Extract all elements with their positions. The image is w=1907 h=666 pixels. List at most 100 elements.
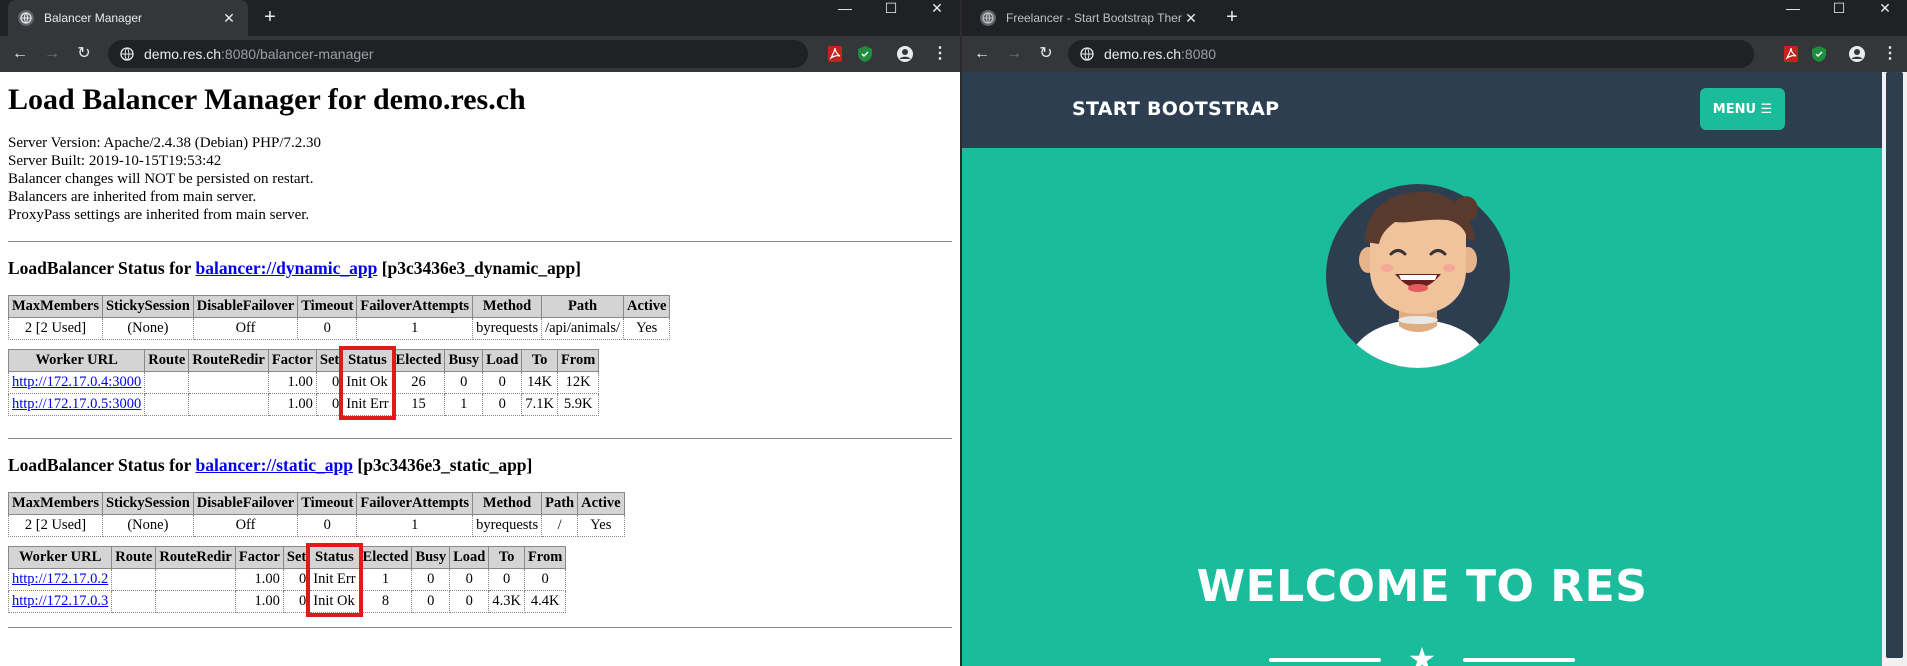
close-tab-icon[interactable]: ✕ <box>220 10 238 27</box>
worker-url-link[interactable]: http://172.17.0.5:3000 <box>12 396 141 412</box>
worker-status-cell: Init Err <box>309 568 360 591</box>
url-port: :8080 <box>1181 46 1217 62</box>
minimize-button[interactable]: — <box>1770 0 1816 32</box>
table-cell: 7.1K <box>521 393 558 416</box>
balancer-settings-table: MaxMembers StickySession DisableFailover Ti… <box>8 492 625 537</box>
table-cell: /api/animals/ <box>541 317 624 340</box>
table-cell: 0 <box>449 568 490 591</box>
worker-table-wrapper: Worker URL Route RouteRedir Factor Set Status… <box>7 542 567 617</box>
globe-icon <box>120 47 134 61</box>
column-header: Route <box>111 546 157 569</box>
left-browser-window: Balancer Manager ✕ + — ☐ ✕ ← → ↻ demo.re… <box>0 0 960 666</box>
worker-url-link[interactable]: http://172.17.0.4:3000 <box>12 374 141 390</box>
balancer-id: [p3c3436e3_dynamic_app] <box>377 258 582 278</box>
pdf-extension-icon[interactable] <box>826 45 844 63</box>
balancer-heading: LoadBalancer Status for balancer://dynam… <box>8 258 952 279</box>
close-tab-icon[interactable]: ✕ <box>1182 10 1200 27</box>
forward-button[interactable]: → <box>1004 44 1024 64</box>
page-scrollbar[interactable] <box>1882 72 1907 666</box>
close-window-button[interactable]: ✕ <box>1862 0 1907 32</box>
column-header: DisableFailover <box>192 492 299 515</box>
site-navbar: START BOOTSTRAP MENU ☰ <box>962 72 1907 148</box>
table-cell <box>111 590 157 613</box>
browser-toolbar: ← → ↻ demo.res.ch:8080/balancer-manager … <box>0 36 960 72</box>
pdf-extension-icon[interactable] <box>1782 45 1800 63</box>
column-header: Worker URL <box>7 546 113 569</box>
account-icon[interactable] <box>1848 45 1866 63</box>
column-header: Elected <box>391 349 446 372</box>
address-bar[interactable]: demo.res.ch:8080 <box>1068 40 1754 68</box>
reload-button[interactable]: ↻ <box>74 44 94 64</box>
table-cell: 1 <box>444 393 484 416</box>
table-cell: 0 <box>444 371 484 394</box>
column-header: To <box>488 546 525 569</box>
scrollbar-thumb[interactable] <box>1886 72 1903 658</box>
browser-tab[interactable]: Balancer Manager ✕ <box>8 0 248 36</box>
table-cell: byrequests <box>472 514 543 537</box>
reload-button[interactable]: ↻ <box>1036 44 1056 64</box>
server-info-line: Balancer changes will NOT be persisted o… <box>8 171 314 187</box>
address-bar[interactable]: demo.res.ch:8080/balancer-manager <box>108 40 808 68</box>
new-tab-button[interactable]: + <box>1220 6 1244 30</box>
table-cell: 1 <box>356 514 474 537</box>
table-cell: 1.00 <box>267 371 317 394</box>
kebab-menu-icon[interactable]: ⋮ <box>930 44 950 64</box>
table-cell: 0 <box>449 590 490 613</box>
column-header: DisableFailover <box>192 295 299 318</box>
balancer-settings-table: MaxMembers StickySession DisableFailover Ti… <box>8 295 671 340</box>
browser-tab[interactable]: Freelancer - Start Bootstrap Theme ✕ <box>970 0 1210 36</box>
worker-status-cell: Init Ok <box>309 590 360 613</box>
section-divider <box>8 241 952 242</box>
menu-button[interactable]: MENU ☰ <box>1700 88 1785 130</box>
url-path: :8080/balancer-manager <box>221 46 374 62</box>
table-cell: 0 <box>297 514 358 537</box>
worker-row: http://172.17.0.5:3000 1.00 0 Init Err 15 1 0 7… <box>7 393 600 416</box>
maximize-button[interactable]: ☐ <box>868 0 914 32</box>
balancer-link[interactable]: balancer://dynamic_app <box>196 258 378 278</box>
maximize-button[interactable]: ☐ <box>1816 0 1862 32</box>
account-icon[interactable] <box>896 45 914 63</box>
masthead: WELCOME TO RES ★ <box>962 148 1882 666</box>
forward-button[interactable]: → <box>42 44 62 64</box>
table-cell: (None) <box>101 317 194 340</box>
worker-url-cell: http://172.17.0.3 <box>7 590 113 613</box>
minimize-button[interactable]: — <box>822 0 868 32</box>
column-header: MaxMembers <box>8 295 103 318</box>
title-bar: Balancer Manager ✕ + — ☐ ✕ <box>0 0 960 36</box>
table-cell <box>111 568 157 591</box>
kebab-menu-icon[interactable]: ⋮ <box>1880 44 1900 64</box>
table-cell: 4.4K <box>523 590 567 613</box>
worker-row: http://172.17.0.3 1.00 0 Init Ok 8 0 0 4.3K 4.4K <box>7 590 567 613</box>
column-header: Set <box>282 546 311 569</box>
table-cell: 26 <box>391 371 446 394</box>
title-bar: Freelancer - Start Bootstrap Theme ✕ + —… <box>962 0 1907 36</box>
column-header: Elected <box>358 546 413 569</box>
star-icon: ★ <box>1407 641 1437 666</box>
column-header: Active <box>622 295 671 318</box>
shield-extension-icon[interactable] <box>856 45 874 63</box>
worker-url-link[interactable]: http://172.17.0.2 <box>12 571 108 587</box>
table-cell: 5.9K <box>556 393 600 416</box>
browser-toolbar: ← → ↻ demo.res.ch:8080 ⋮ <box>962 36 1907 72</box>
brand-link[interactable]: START BOOTSTRAP <box>1072 98 1279 120</box>
worker-table: Worker URL Route RouteRedir Factor Set Status… <box>7 546 567 613</box>
right-browser-window: Freelancer - Start Bootstrap Theme ✕ + —… <box>962 0 1907 666</box>
back-button[interactable]: ← <box>10 44 30 64</box>
table-cell <box>144 371 190 394</box>
column-header: Busy <box>411 546 451 569</box>
balancer-id: [p3c3436e3_static_app] <box>353 455 533 475</box>
url-host: demo.res.ch <box>144 46 222 62</box>
url-host: demo.res.ch <box>1104 46 1182 62</box>
worker-url-link[interactable]: http://172.17.0.3 <box>12 593 108 609</box>
worker-row: http://172.17.0.4:3000 1.00 0 Init Ok 26 0 0 14… <box>7 371 600 394</box>
back-button[interactable]: ← <box>972 44 992 64</box>
shield-extension-icon[interactable] <box>1810 45 1828 63</box>
column-header: StickySession <box>101 295 194 318</box>
table-cell: 0 <box>411 590 451 613</box>
new-tab-button[interactable]: + <box>258 6 282 30</box>
close-window-button[interactable]: ✕ <box>914 0 960 32</box>
column-header: Route <box>144 349 190 372</box>
table-cell: 4.3K <box>488 590 525 613</box>
table-header-row: Worker URL Route RouteRedir Factor Set Status… <box>7 546 567 569</box>
balancer-link[interactable]: balancer://static_app <box>196 455 354 475</box>
